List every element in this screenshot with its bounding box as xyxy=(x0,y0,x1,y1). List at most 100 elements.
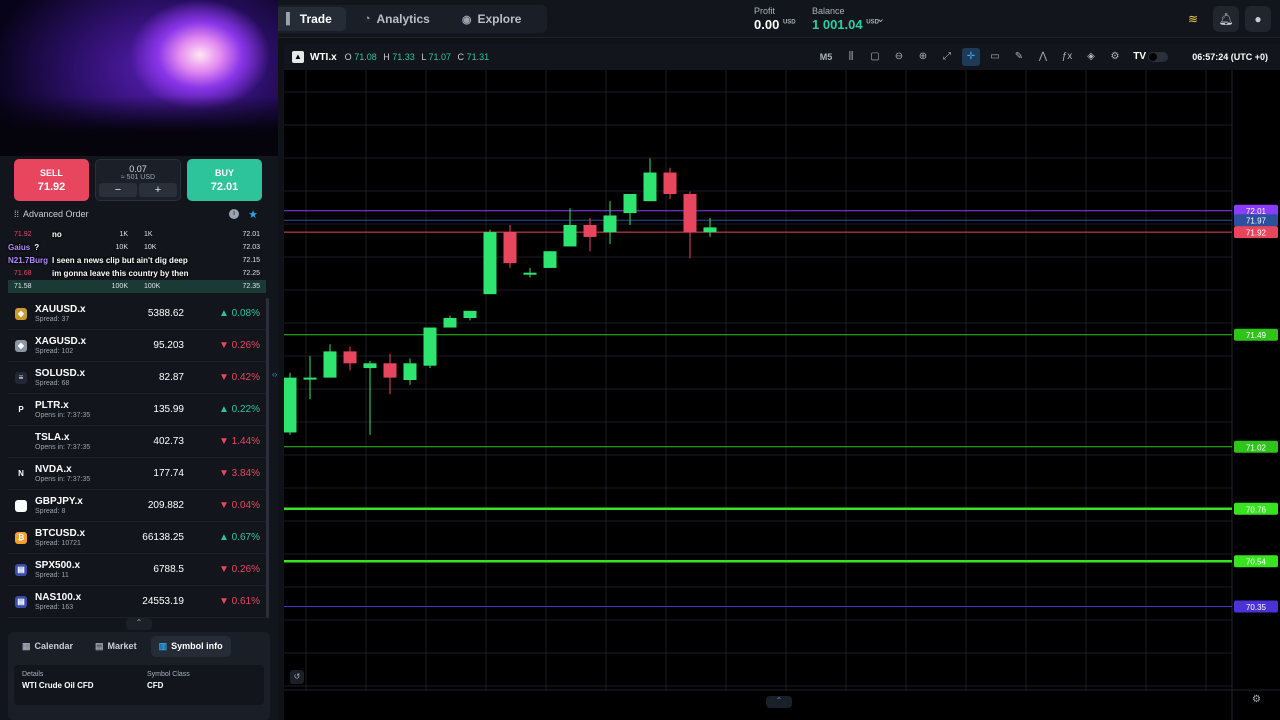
watchlist-row[interactable]: ₿ BTCUSD.x Spread: 10721 66138.25 ▲ 0.67% xyxy=(8,522,266,554)
volume-stepper[interactable]: 0.07 ≈ 501 USD − + xyxy=(95,159,181,201)
order-icon: ⁞⁞ xyxy=(14,209,20,219)
price-axis xyxy=(1232,70,1280,720)
symbol-price: 95.203 xyxy=(153,340,184,351)
collapse-handle[interactable]: ⌃ xyxy=(126,618,152,630)
symbol-price: 66138.25 xyxy=(142,532,184,543)
symbol-details: Details WTI Crude Oil CFD Symbol Class CFD xyxy=(14,665,264,705)
chart-area[interactable]: ▲ WTI.x O 71.08 H 71.33 L 71.07 C 71.31 … xyxy=(284,44,1280,720)
symbol-price: 24553.19 xyxy=(142,596,184,607)
symbol-change: ▼ 0.61% xyxy=(218,596,260,607)
symbol-price: 177.74 xyxy=(153,468,184,479)
silver-icon: ◆ xyxy=(15,339,27,352)
candle-body xyxy=(483,232,497,295)
candlestick-chart[interactable]: 72.0171.9771.9271.4971.0270.7670.5470.35 xyxy=(284,70,1280,720)
chevron-down-icon[interactable]: ⌄ xyxy=(876,12,885,25)
watchlist-row[interactable]: ▤ NAS100.x Spread: 163 24553.19 ▼ 0.61% xyxy=(8,586,266,618)
watchlist-row[interactable]: ● GBPJPY.x Spread: 8 209.882 ▼ 0.04% xyxy=(8,490,266,522)
tab-calendar[interactable]: ▦ Calendar xyxy=(14,636,81,657)
chart-settings-icon[interactable]: ⚙ xyxy=(1252,694,1261,705)
volume-decrease-button[interactable]: − xyxy=(99,183,137,197)
expand-icon[interactable]: ⤢ xyxy=(938,48,956,66)
star-icon[interactable]: ★ xyxy=(248,208,258,221)
symbol-change: ▼ 0.04% xyxy=(218,500,260,511)
symbol-change: ▲ 0.67% xyxy=(218,532,260,543)
watchlist-row[interactable]: ◆ XAUUSD.x Spread: 37 5388.62 ▲ 0.08% xyxy=(8,298,266,330)
advanced-order-toggle[interactable]: ⁞⁞ Advanced Order i ★ xyxy=(14,208,262,221)
crosshair-icon[interactable]: ✛ xyxy=(962,48,980,66)
tab-analytics[interactable]: ◔ Analytics xyxy=(350,7,444,31)
balance-display[interactable]: Balance 1 001.04 USD xyxy=(812,6,879,32)
chart-symbol[interactable]: WTI.x xyxy=(310,52,337,63)
ruler-icon[interactable]: ▭ xyxy=(986,48,1004,66)
buy-button[interactable]: BUY 72.01 xyxy=(187,159,262,201)
arrow-up-icon: ▲ xyxy=(218,308,229,319)
tab-market[interactable]: ▤ Market xyxy=(87,636,145,657)
zoom-in-icon[interactable]: ⊕ xyxy=(914,48,932,66)
symbol-name: GBPJPY.x xyxy=(35,496,83,507)
candle-body xyxy=(643,172,657,202)
symbol-subtitle: Spread: 68 xyxy=(35,380,70,387)
main-nav: ▌ Trade ◔ Analytics ◉ Explore xyxy=(270,5,548,33)
candle-body xyxy=(343,351,357,364)
sell-button[interactable]: SELL 71.92 xyxy=(14,159,89,201)
watchlist-row[interactable]: ≡ SOLUSD.x Spread: 68 82.87 ▼ 0.42% xyxy=(8,362,266,394)
candle-body xyxy=(443,318,457,328)
symbol-subtitle: Spread: 37 xyxy=(35,316,70,323)
pencil-icon[interactable]: ✎ xyxy=(1010,48,1028,66)
tab-explore[interactable]: ◉ Explore xyxy=(448,7,536,31)
symbol-change: ▼ 1.44% xyxy=(218,436,260,447)
tradingview-logo: TV xyxy=(1133,51,1146,62)
price-level-label: 70.35 xyxy=(1246,603,1267,612)
notifications-button[interactable]: 🔔︎ xyxy=(1213,6,1239,32)
watchlist-row[interactable]: TSLA.x Opens in: 7:37:35 402.73 ▼ 1.44% xyxy=(8,426,266,458)
candles-icon[interactable]: ⫼ xyxy=(842,48,860,66)
symbol-price: 6788.5 xyxy=(153,564,184,575)
watchlist-row[interactable]: ◆ XAGUSD.x Spread: 102 95.203 ▼ 0.26% xyxy=(8,330,266,362)
info-icon[interactable]: i xyxy=(229,209,239,219)
watchlist-row[interactable]: P PLTR.x Opens in: 7:37:35 135.99 ▲ 0.22% xyxy=(8,394,266,426)
symbol-name: SOLUSD.x xyxy=(35,368,86,379)
analytics-icon: ◔ xyxy=(363,13,371,25)
symbol-name: BTCUSD.x xyxy=(35,528,86,539)
candle-body xyxy=(363,363,377,369)
symbol-price: 209.882 xyxy=(147,500,184,511)
layers-icon[interactable]: ◈ xyxy=(1082,48,1100,66)
watchlist-row[interactable]: N NVDA.x Opens in: 7:37:35 177.74 ▼ 3.84% xyxy=(8,458,266,490)
candle-body xyxy=(303,377,317,380)
tab-symbol-info[interactable]: ▥ Symbol info xyxy=(150,636,231,657)
tab-trade[interactable]: ▌ Trade xyxy=(272,7,346,31)
patterns-icon[interactable]: ⋀ xyxy=(1034,48,1052,66)
symbol-name: SPX500.x xyxy=(35,560,81,571)
nvidia-icon: N xyxy=(15,467,27,480)
arrow-up-icon: ▲ xyxy=(218,404,229,415)
bitcoin-icon: ₿ xyxy=(15,531,27,544)
profile-button[interactable]: ● xyxy=(1245,6,1271,32)
price-level-label: 71.92 xyxy=(1246,229,1267,238)
symbol-subtitle: Opens in: 7:37:35 xyxy=(35,476,91,483)
indicators-icon[interactable]: ƒx xyxy=(1058,48,1076,66)
reset-chart-icon[interactable]: ↺ xyxy=(290,670,304,684)
symbol-subtitle: Spread: 102 xyxy=(35,348,74,355)
us-flag-icon: ▤ xyxy=(15,595,27,608)
watchlist-scrollbar[interactable] xyxy=(266,298,269,618)
theme-toggle[interactable] xyxy=(1148,52,1168,62)
candle-body xyxy=(603,215,617,233)
price-level-label: 70.76 xyxy=(1246,505,1267,514)
zoom-out-icon[interactable]: ⊖ xyxy=(890,48,908,66)
volume-increase-button[interactable]: + xyxy=(139,183,177,197)
time-axis-handle[interactable]: ⌃ xyxy=(766,696,792,708)
solana-icon: ≡ xyxy=(15,371,27,384)
fullscreen-icon[interactable]: ▢ xyxy=(866,48,884,66)
arrow-down-icon: ▼ xyxy=(218,468,229,479)
tesla-icon xyxy=(15,435,27,448)
profit-display: Profit 0.00 USD xyxy=(754,6,796,32)
panel-resize-handle[interactable]: ‹› xyxy=(272,370,284,382)
timeframe-selector[interactable]: M5 xyxy=(816,48,836,66)
gear-icon[interactable]: ⚙ xyxy=(1106,48,1124,66)
symbol-price: 5388.62 xyxy=(147,308,184,319)
watchlist-row[interactable]: ▤ SPX500.x Spread: 11 6788.5 ▼ 0.26% xyxy=(8,554,266,586)
left-panel: SELL 71.92 0.07 ≈ 501 USD − + BUY 72.01 … xyxy=(0,156,278,720)
symbol-price: 135.99 xyxy=(153,404,184,415)
us-flag-icon: ▤ xyxy=(15,563,27,576)
chart-clock: 06:57:24 (UTC +0) xyxy=(1192,52,1268,62)
